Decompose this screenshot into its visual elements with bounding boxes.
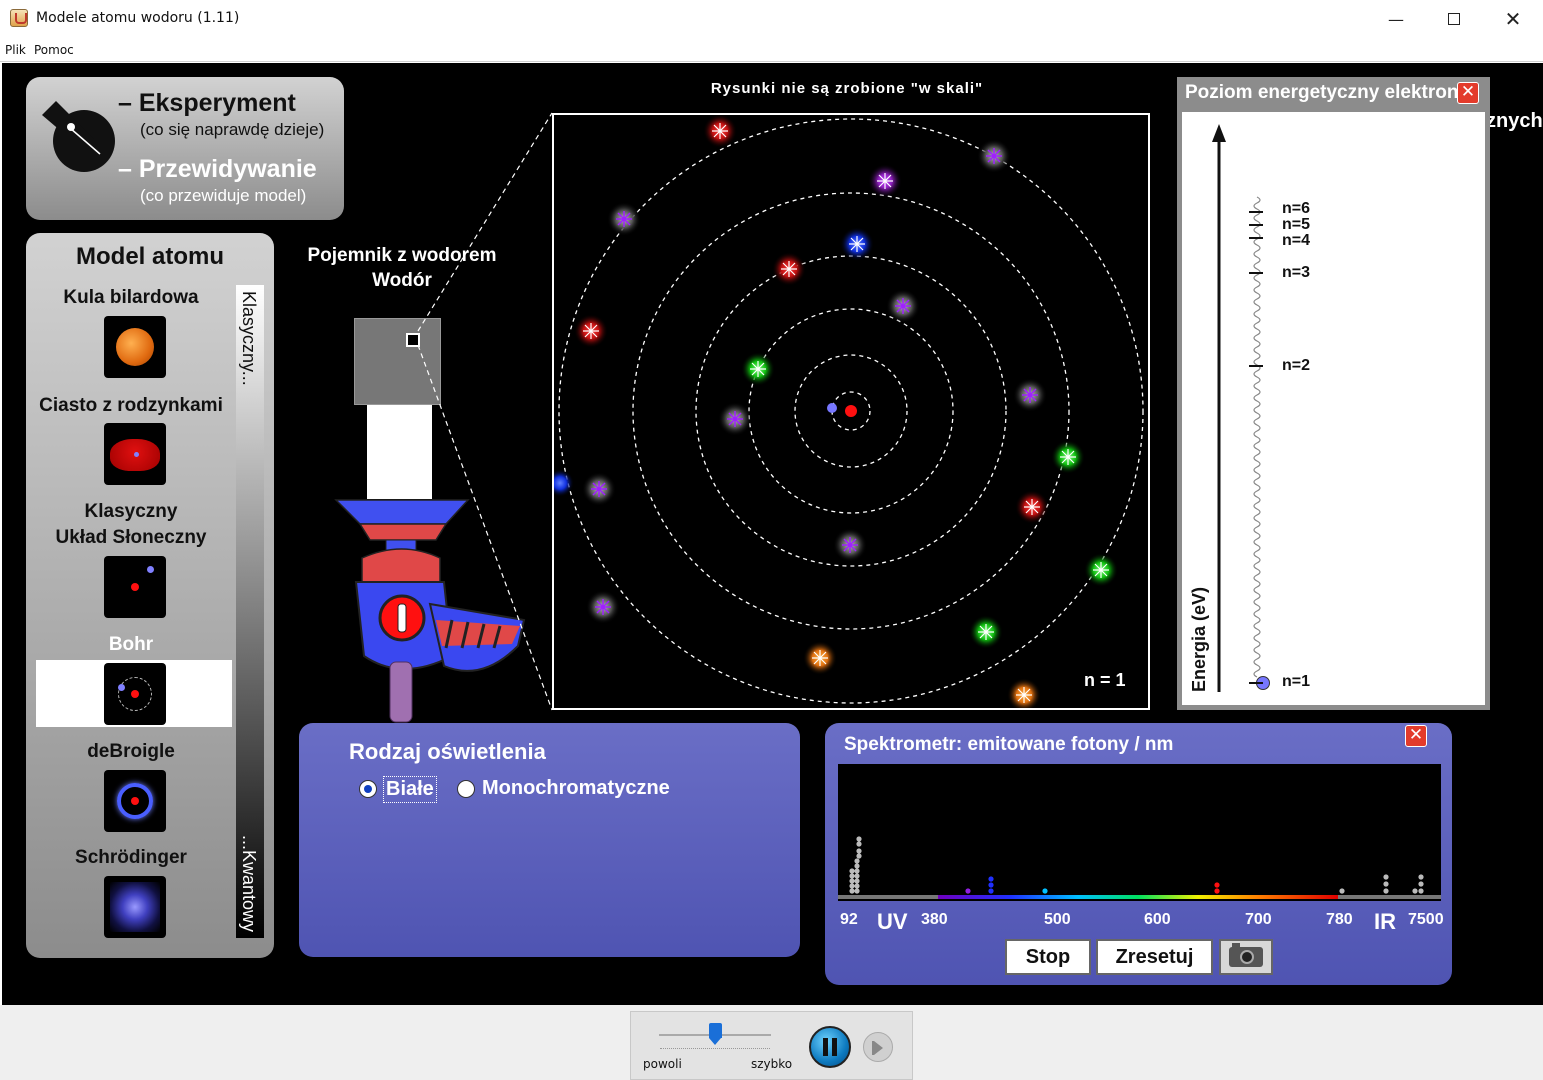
menu-help[interactable]: Pomoc [34, 43, 74, 57]
close-icon: ✕ [1408, 725, 1424, 745]
reset-button[interactable]: Zresetuj [1096, 939, 1213, 975]
spectrum-plot [838, 836, 1441, 899]
minimize-button[interactable]: — [1367, 0, 1425, 38]
energy-diagram: n=6 n=5 n=4 n=3 n=2 n=1 Energia (eV) [1182, 112, 1485, 705]
close-window-button[interactable]: ✕ [1484, 0, 1542, 38]
spectrometer-title: Spektrometr: emitowane fotony / nm [844, 734, 1174, 755]
stop-button[interactable]: Stop [1005, 939, 1091, 975]
spectrometer-close-button[interactable]: ✕ [1405, 725, 1427, 747]
java-app-icon [10, 9, 28, 27]
tick-600: 600 [1144, 911, 1171, 928]
tick-92: 92 [840, 911, 858, 928]
spectrometer-panel: Spektrometr: emitowane fotony / nm ✕ 92 … [825, 723, 1452, 985]
energy-level-panel: Poziom energetyczny elektronu ✕ n=6 n=5 … [1177, 77, 1490, 710]
clipped-title-text: znych [1486, 110, 1543, 132]
energy-panel-title[interactable]: Poziom energetyczny elektronu [1177, 77, 1490, 109]
minimize-icon: — [1388, 9, 1404, 29]
maximize-button[interactable] [1425, 0, 1483, 38]
speed-slider-thumb[interactable] [708, 1023, 722, 1045]
pause-icon [823, 1038, 828, 1056]
menu-file[interactable]: Plik [5, 43, 26, 57]
energy-panel-close-button[interactable]: ✕ [1457, 82, 1479, 104]
zoom-caption: Rysunki nie są zrobione "w skali" [710, 80, 984, 97]
level-n1-label: n=1 [1282, 673, 1311, 690]
snapshot-button[interactable] [1219, 939, 1273, 975]
tick-700: 700 [1245, 911, 1272, 928]
photon-icons [554, 115, 1118, 708]
transition-squiggle [1253, 196, 1261, 678]
clock-control-bar: powoli szybko [0, 1005, 1543, 1080]
atom-zoom-view: n = 1 [552, 113, 1150, 710]
close-icon: ✕ [1460, 82, 1476, 102]
level-n4-label: n=4 [1282, 232, 1311, 249]
light-type-panel: Rodzaj oświetlenia Białe Monochromatyczn… [299, 723, 800, 957]
speed-slow-label: powoli [643, 1057, 682, 1071]
level-n2-label: n=2 [1282, 357, 1311, 374]
bohr-atom-diagram [554, 115, 1144, 708]
window-titlebar: Modele atomu wodoru (1.11) — ✕ [0, 0, 1543, 38]
tick-ir: IR [1374, 909, 1396, 934]
electron [827, 403, 837, 413]
speed-fast-label: szybko [751, 1057, 793, 1071]
step-icon [874, 1041, 883, 1055]
energy-axis [1212, 124, 1261, 692]
maximize-icon [1448, 13, 1460, 25]
state-label: n = 1 [1084, 670, 1126, 690]
spectrum-display [838, 764, 1441, 901]
window-title: Modele atomu wodoru (1.11) [36, 10, 240, 26]
simulation-stage: – Eksperyment (co się naprawdę dzieje) –… [2, 63, 1543, 1005]
light-panel-title: Rodzaj oświetlenia [349, 739, 546, 764]
speed-control: powoli szybko [630, 1011, 913, 1080]
energy-axis-label: Energia (eV) [1189, 586, 1209, 692]
radio-white[interactable] [359, 780, 377, 798]
level-n3-label: n=3 [1282, 264, 1311, 281]
tick-380: 380 [921, 911, 948, 928]
pause-button[interactable] [809, 1026, 851, 1068]
radio-white-label[interactable]: Białe [383, 776, 437, 803]
tick-7500: 7500 [1408, 911, 1444, 928]
step-button[interactable] [863, 1032, 893, 1062]
radio-monochromatic-label[interactable]: Monochromatyczne [482, 777, 670, 800]
menu-bar: Plik Pomoc [0, 38, 1543, 62]
tick-500: 500 [1044, 911, 1071, 928]
camera-icon [1229, 943, 1263, 967]
proton [845, 405, 857, 417]
close-icon: ✕ [1504, 7, 1522, 31]
radio-monochromatic[interactable] [457, 780, 475, 798]
tick-uv: UV [877, 909, 908, 934]
tick-780: 780 [1326, 911, 1353, 928]
